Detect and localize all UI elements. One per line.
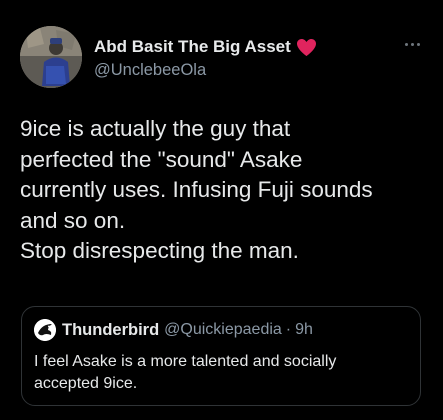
quoted-author-name[interactable]: Thunderbird [62, 321, 159, 340]
separator-dot: · [285, 321, 292, 338]
quoted-tweet[interactable]: Thunderbird @Quickiepaedia · 9h I feel A… [21, 306, 421, 406]
heart-icon [296, 38, 317, 57]
tweet-line: 9ice is actually the guy that [20, 116, 291, 141]
tweet-text: 9ice is actually the guy that perfected … [20, 114, 430, 267]
quoted-tweet-header: Thunderbird @Quickiepaedia · 9h [34, 319, 313, 341]
more-options-icon[interactable] [405, 40, 425, 48]
quoted-tweet-text: I feel Asake is a more talented and soci… [34, 351, 409, 395]
quoted-timestamp[interactable]: 9h [295, 321, 313, 339]
tweet-line: perfected the "sound" Asake [20, 146, 303, 172]
tweet-header: Abd Basit The Big Asset @UnclebeeOla [20, 26, 425, 94]
author-name-row[interactable]: Abd Basit The Big Asset [94, 37, 317, 57]
tweet: Abd Basit The Big Asset @UnclebeeOla 9ic… [0, 0, 443, 420]
quoted-line: I feel Asake is a more talented and soci… [34, 353, 337, 370]
quoted-author-handle[interactable]: @Quickiepaedia [164, 321, 282, 339]
tweet-line: Stop disrespecting the man. [20, 238, 299, 263]
quoted-line: accepted 9ice. [34, 375, 138, 392]
author-name[interactable]: Abd Basit The Big Asset [94, 37, 291, 57]
quoted-avatar[interactable] [34, 319, 56, 341]
avatar[interactable] [20, 26, 82, 88]
tweet-line: and so on. [20, 207, 126, 233]
author-handle[interactable]: @UnclebeeOla [94, 61, 206, 80]
tweet-line: currently uses. Infusing Fuji sounds [20, 177, 373, 202]
